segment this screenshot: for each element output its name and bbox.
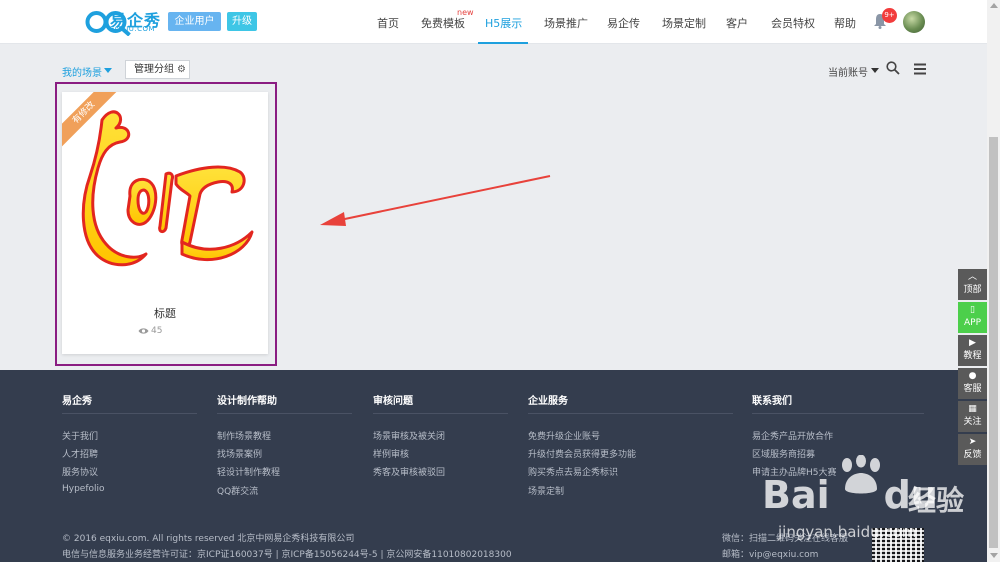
enterprise-user-button[interactable]: 企业用户 — [168, 12, 221, 31]
footer-link-qq-group[interactable]: QQ群交流 — [217, 484, 258, 497]
scrollbar-thumb[interactable] — [989, 137, 998, 548]
footer-link-about[interactable]: 关于我们 — [62, 429, 98, 442]
search-icon[interactable] — [886, 61, 900, 75]
play-icon: ▶ — [969, 338, 976, 348]
nav-eqxiu-chuan[interactable]: 易企传 — [607, 15, 640, 31]
back-to-top-button[interactable]: ︿ 顶部 — [958, 269, 987, 300]
footer-link-find-cases[interactable]: 找场景案例 — [217, 447, 262, 460]
scroll-down-arrow-icon[interactable] — [990, 553, 998, 558]
footer-link-partnership[interactable]: 易企秀产品开放合作 — [752, 429, 833, 442]
license-text: 电信与信息服务业务经营许可证：京ICP证160037号 | 京ICP备15056… — [62, 550, 512, 560]
customer-service-button[interactable]: ● 客服 — [958, 368, 987, 399]
nav-member-privileges[interactable]: 会员特权 — [771, 15, 815, 31]
chevron-up-icon: ︿ — [967, 272, 977, 282]
footer-col-title: 易企秀 — [62, 396, 92, 407]
annotation-highlight-box — [55, 82, 277, 366]
footer-link-free-upgrade[interactable]: 免费升级企业账号 — [528, 429, 600, 442]
nav-scene-custom[interactable]: 场景定制 — [662, 15, 706, 31]
notification-badge: 9+ — [882, 8, 897, 23]
avatar[interactable] — [903, 11, 925, 33]
watermark-cn: 经验 — [908, 484, 965, 517]
annotation-arrow-icon — [320, 175, 551, 226]
nav-home[interactable]: 首页 — [377, 15, 399, 31]
footer-link-careers[interactable]: 人才招聘 — [62, 447, 98, 460]
footer-link-terms[interactable]: 服务协议 — [62, 465, 98, 478]
caret-down-icon[interactable] — [104, 68, 112, 73]
user-icon: ● — [968, 371, 977, 381]
copyright-text: © 2016 eqxiu.com. All rights reserved 北京… — [62, 534, 355, 544]
current-account-dropdown[interactable]: 当前账号 — [828, 64, 868, 79]
sidebar-label: 教程 — [963, 351, 982, 361]
nav-h5-showcase[interactable]: H5展示 — [485, 15, 522, 31]
send-icon: ➤ — [968, 437, 977, 447]
footer-divider — [62, 413, 197, 414]
qr-icon: ▦ — [968, 404, 977, 414]
tutorial-button[interactable]: ▶ 教程 — [958, 335, 987, 366]
manage-groups-button[interactable]: 管理分组 ⚙ — [125, 60, 190, 79]
footer-col-title: 审核问题 — [373, 396, 413, 407]
new-tag: new — [457, 8, 474, 17]
upgrade-button[interactable]: 升级 — [227, 12, 257, 31]
follow-button[interactable]: ▦ 关注 — [958, 401, 987, 432]
footer-divider — [752, 413, 924, 414]
footer-link-paid-member[interactable]: 升级付费会员获得更多功能 — [528, 447, 636, 460]
nav-customers[interactable]: 客户 — [726, 15, 748, 31]
footer-divider — [373, 413, 508, 414]
manage-groups-label: 管理分组 — [134, 64, 174, 75]
footer-link-rejected[interactable]: 秀客及审核被驳回 — [373, 465, 445, 478]
footer-link-scene-custom[interactable]: 场景定制 — [528, 484, 564, 497]
app-button[interactable]: ▯ APP — [958, 302, 987, 333]
nav-free-templates[interactable]: 免费模板 — [421, 15, 465, 31]
gear-icon: ⚙ — [177, 64, 186, 75]
footer-divider — [217, 413, 352, 414]
sidebar-label: APP — [963, 318, 981, 328]
footer-link-hypefolio[interactable]: Hypefolio — [62, 484, 105, 494]
sidebar-label: 顶部 — [963, 285, 982, 295]
footer-link-remove-logo[interactable]: 购买秀点去易企秀标识 — [528, 465, 618, 478]
logo-subtext: EQXIU.COM — [110, 25, 156, 33]
active-nav-underline — [478, 42, 528, 44]
phone-icon: ▯ — [970, 305, 975, 315]
footer-col-title: 设计制作帮助 — [217, 396, 277, 407]
top-navbar: 易企秀 EQXIU.COM 企业用户 升级 首页 免费模板 new H5展示 场… — [0, 0, 987, 44]
footer-divider — [528, 413, 733, 414]
sidebar-label: 关注 — [963, 417, 982, 427]
caret-down-icon[interactable] — [871, 68, 879, 73]
footer-link-scene-tutorial[interactable]: 制作场景教程 — [217, 429, 271, 442]
footer-col-title: 联系我们 — [752, 396, 792, 407]
nav-scene-promotion[interactable]: 场景推广 — [544, 15, 588, 31]
footer-link-sample-review[interactable]: 样例审核 — [373, 447, 409, 460]
footer-col-title: 企业服务 — [528, 396, 568, 407]
footer-link-light-design[interactable]: 轻设计制作教程 — [217, 465, 280, 478]
my-scenes-dropdown[interactable]: 我的场景 — [62, 64, 102, 79]
sidebar-label: 客服 — [963, 384, 982, 394]
nav-help[interactable]: 帮助 — [834, 15, 856, 31]
scroll-up-arrow-icon[interactable] — [990, 3, 998, 8]
footer-link-review-closed[interactable]: 场景审核及被关闭 — [373, 429, 445, 442]
watermark-brand-head: Bai — [762, 473, 830, 517]
menu-icon[interactable] — [914, 63, 926, 75]
watermark-url: jingyan.baidu.com — [778, 523, 917, 541]
baidu-jingyan-watermark: Bai du 经验 jingyan.baidu.com — [762, 455, 987, 555]
